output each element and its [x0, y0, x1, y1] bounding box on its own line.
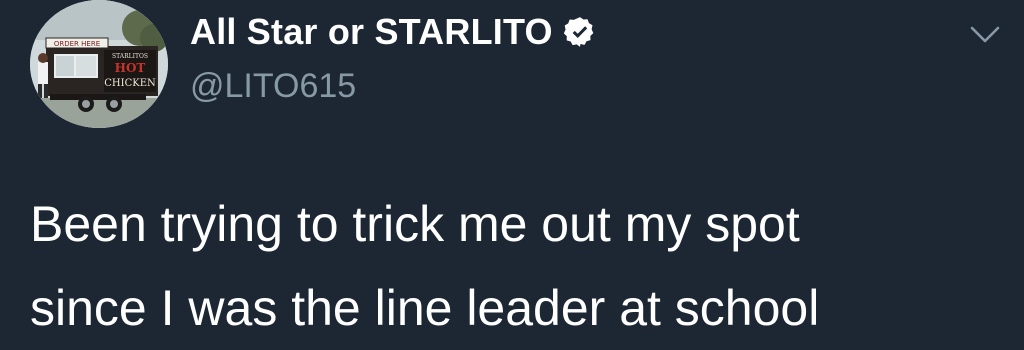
sign-brand-text: STARLITOS: [112, 53, 148, 60]
sign-hot-text: HOT: [115, 61, 146, 75]
sign-chicken-text: CHICKEN: [104, 78, 156, 89]
author-handle[interactable]: @LITO615: [190, 64, 356, 108]
food-truck-photo: ORDER HERE STARLITOS HOT CHICKEN: [30, 0, 168, 128]
display-name[interactable]: All Star or STARLITO: [190, 10, 553, 54]
sign-order-text: ORDER HERE: [54, 40, 100, 48]
chevron-down-icon[interactable]: [968, 22, 1002, 46]
verified-badge-icon: [563, 17, 594, 47]
author-name-row: All Star or STARLITO: [190, 10, 597, 54]
tweet-text: Been trying to trick me out my spot sinc…: [30, 196, 820, 336]
tweet-card: ORDER HERE STARLITOS HOT CHICKEN All Sta…: [0, 0, 1024, 341]
avatar[interactable]: ORDER HERE STARLITOS HOT CHICKEN: [30, 0, 168, 128]
